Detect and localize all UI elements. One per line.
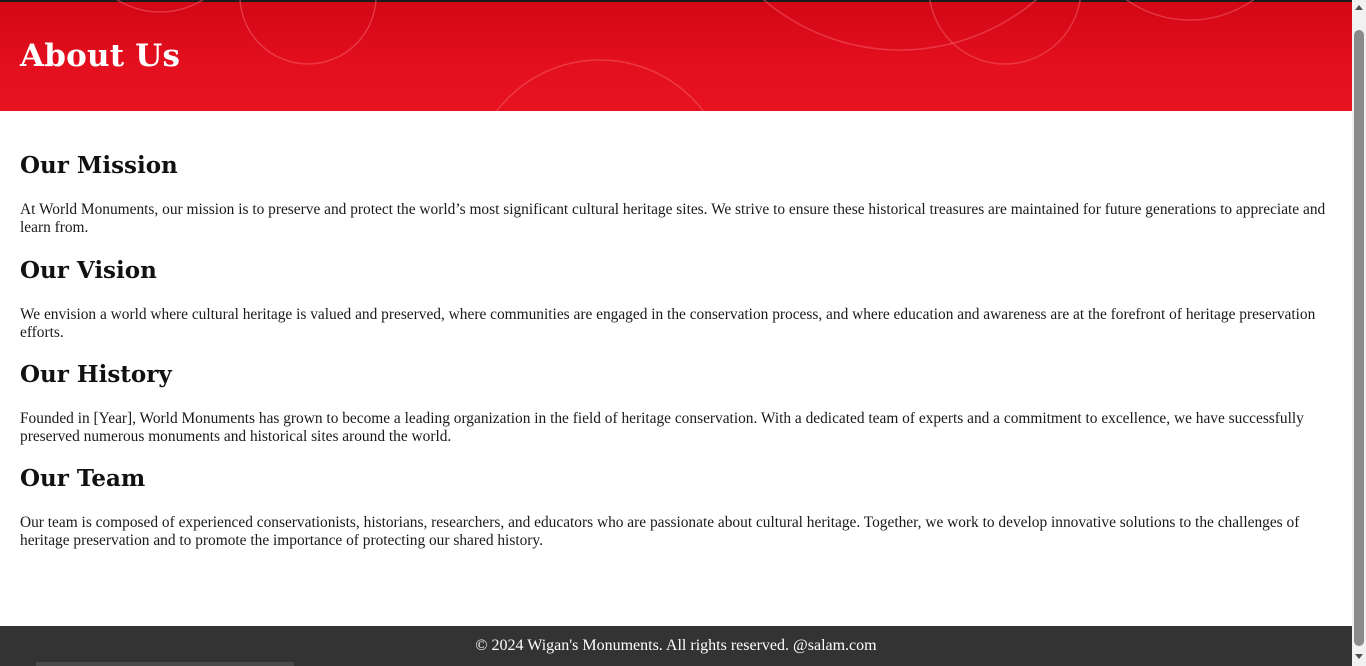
horizontal-scroll-indicator bbox=[36, 662, 294, 666]
scrollbar-thumb[interactable] bbox=[1354, 30, 1364, 646]
page-viewport: About Us Our Mission At World Monuments,… bbox=[0, 0, 1352, 666]
scroll-up-arrow-icon[interactable] bbox=[1355, 5, 1363, 10]
scroll-down-arrow-icon[interactable] bbox=[1355, 654, 1363, 659]
section-vision: Our Vision We envision a world where cul… bbox=[20, 255, 1330, 341]
section-paragraph: Our team is composed of experienced cons… bbox=[20, 514, 1300, 549]
section-heading: Our History bbox=[20, 361, 172, 388]
section-paragraph: We envision a world where cultural herit… bbox=[20, 306, 1316, 341]
section-heading: Our Vision bbox=[20, 257, 157, 284]
section-team: Our Team Our team is composed of experie… bbox=[20, 463, 1330, 549]
vertical-scrollbar[interactable] bbox=[1352, 0, 1366, 666]
section-mission: Our Mission At World Monuments, our miss… bbox=[20, 150, 1330, 236]
page-header-banner: About Us bbox=[0, 0, 1352, 111]
page: About Us Our Mission At World Monuments,… bbox=[0, 0, 1366, 666]
section-heading: Our Team bbox=[20, 465, 146, 492]
header-decorative-circles bbox=[115, 0, 1255, 111]
footer-copyright-text: © 2024 Wigan's Monuments. All rights res… bbox=[475, 637, 877, 654]
section-paragraph: Founded in [Year], World Monuments has g… bbox=[20, 410, 1304, 445]
section-heading: Our Mission bbox=[20, 152, 178, 179]
page-title: About Us bbox=[20, 38, 181, 74]
section-paragraph: At World Monuments, our mission is to pr… bbox=[20, 201, 1326, 236]
section-history: Our History Founded in [Year], World Mon… bbox=[20, 359, 1330, 445]
page-footer: © 2024 Wigan's Monuments. All rights res… bbox=[0, 626, 1352, 666]
